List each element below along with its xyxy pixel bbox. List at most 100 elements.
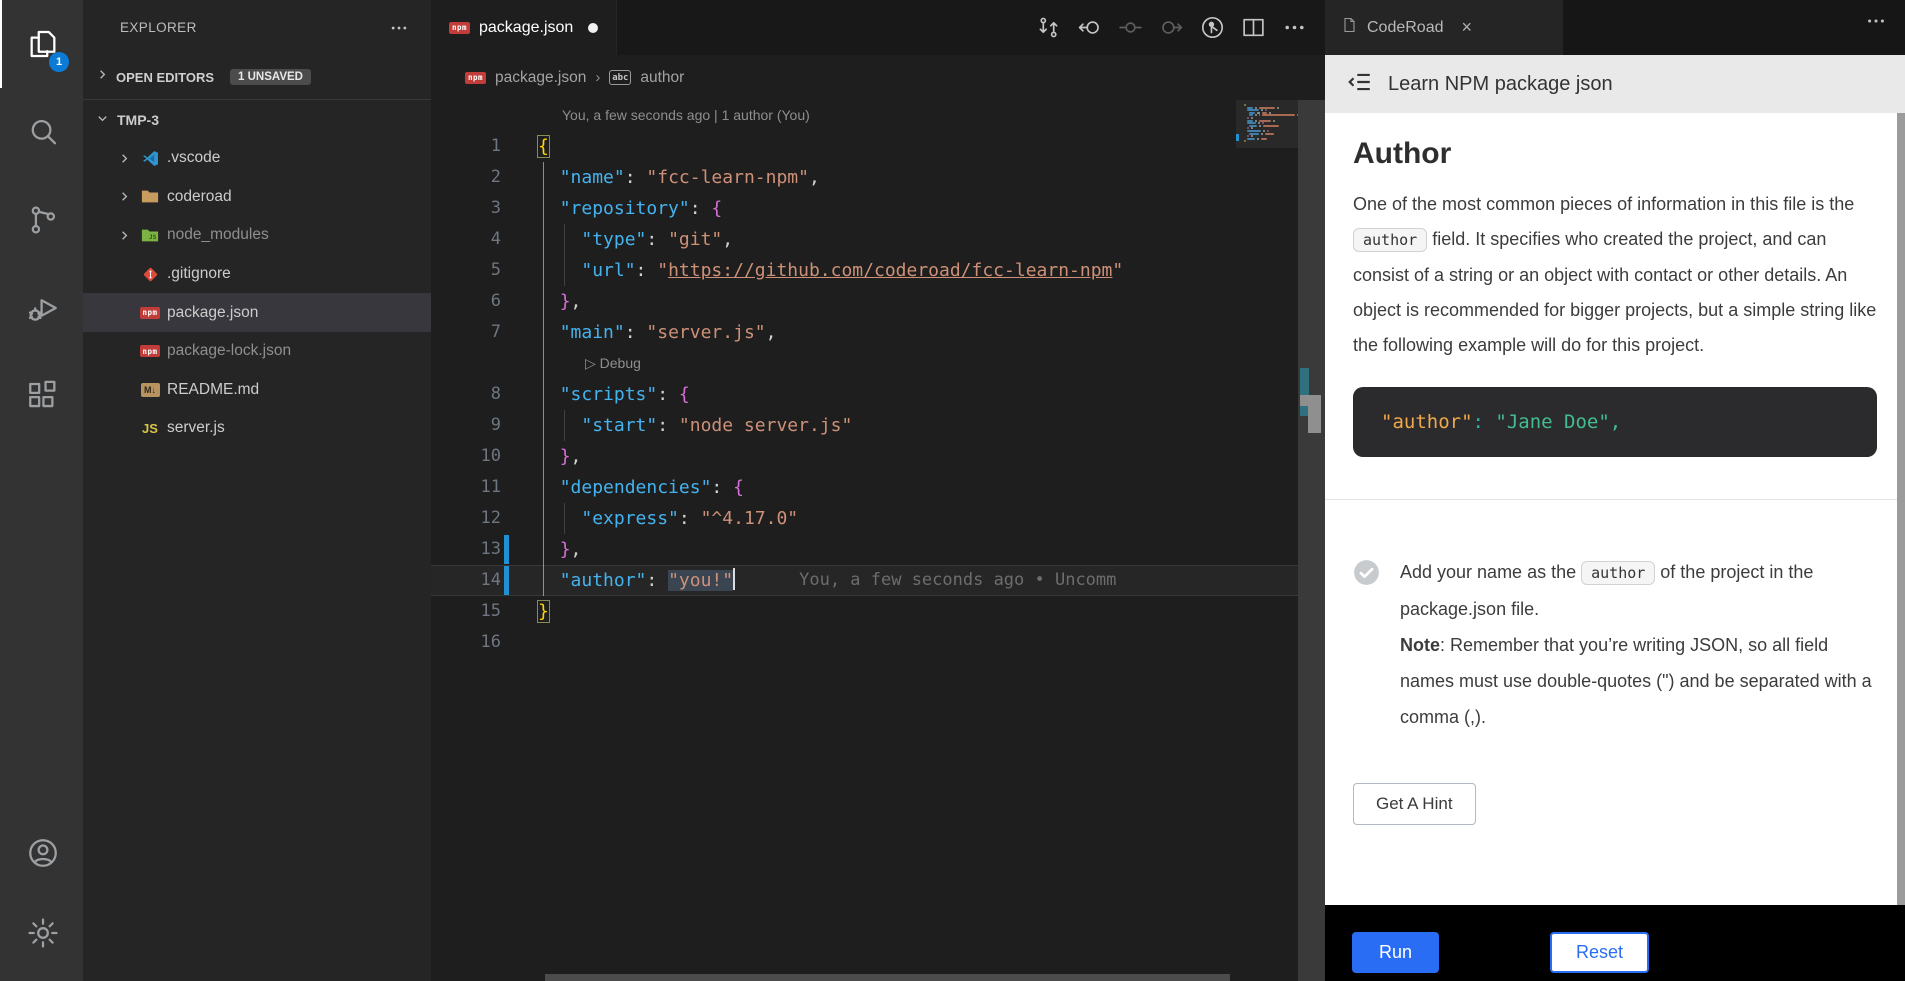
- node-file-icon: JS: [140, 228, 160, 243]
- step-description: One of the most common pieces of informa…: [1353, 187, 1877, 363]
- breadcrumb-symbol[interactable]: author: [640, 69, 684, 87]
- tab-package-json[interactable]: npm package.json: [431, 0, 617, 55]
- npm-file-icon: npm: [140, 345, 160, 357]
- folder-file-icon: [140, 189, 160, 204]
- code-line-11[interactable]: 11 "dependencies": {: [431, 472, 1325, 503]
- gutter: [501, 596, 514, 627]
- code-line-10[interactable]: 10 },: [431, 441, 1325, 472]
- activity-badge: 1: [49, 52, 69, 72]
- tutorial-title: Learn NPM package json: [1388, 73, 1613, 96]
- activity-item-account[interactable]: [0, 813, 83, 893]
- menu-fold-icon[interactable]: [1347, 69, 1373, 100]
- modified-gutter-marker: [501, 534, 514, 565]
- gutter: [501, 193, 514, 224]
- file-label: server.js: [167, 419, 225, 437]
- activity-item-source-control[interactable]: [0, 176, 83, 264]
- more-actions-icon[interactable]: [1277, 11, 1311, 45]
- file-label: .vscode: [167, 149, 220, 167]
- git-file-icon: [140, 266, 160, 283]
- activity-item-extensions[interactable]: [0, 352, 83, 440]
- explorer-more-actions-icon[interactable]: [389, 18, 409, 41]
- tree-item-readme-md[interactable]: M↓README.md: [83, 371, 431, 410]
- reset-button[interactable]: Reset: [1550, 932, 1649, 973]
- tree-item-package-json[interactable]: npmpackage.json: [83, 293, 431, 332]
- gutter: [501, 286, 514, 317]
- panel-more-actions-icon[interactable]: [1865, 10, 1887, 37]
- close-icon[interactable]: ×: [1462, 17, 1473, 38]
- code-editor[interactable]: You, a few seconds ago | 1 author (You)1…: [431, 100, 1325, 981]
- previous-change-icon[interactable]: [1072, 11, 1106, 45]
- file-tree: .vscodecoderoadJSnode_modules.gitignoren…: [83, 139, 431, 448]
- activity-bar-bottom: [0, 813, 83, 973]
- editor-tab-bar: npm package.json: [431, 0, 1325, 55]
- code-line-12[interactable]: 12 "express": "^4.17.0": [431, 503, 1325, 534]
- tree-item-coderoad[interactable]: coderoad: [83, 178, 431, 217]
- activity-item-search[interactable]: [0, 88, 83, 176]
- codelens-debug[interactable]: ▷ Debug: [431, 348, 1325, 379]
- editor-scrollbar-gutter[interactable]: [1298, 100, 1325, 981]
- activity-item-run-debug[interactable]: [0, 264, 83, 352]
- unsaved-badge: 1 UNSAVED: [230, 69, 311, 85]
- run-button[interactable]: Run: [1352, 932, 1439, 973]
- text-cursor: [733, 568, 735, 590]
- minimap[interactable]: [1236, 100, 1298, 981]
- file-label: package.json: [167, 304, 258, 322]
- scrollbar-thumb[interactable]: [1308, 395, 1321, 433]
- minimap-modified-marker: [1236, 134, 1239, 141]
- file-icon: [1341, 17, 1357, 38]
- line-number: 13: [431, 534, 501, 565]
- code-line-14[interactable]: 14 "author": "you!"You, a few seconds ag…: [431, 565, 1325, 596]
- panel-scrollbar[interactable]: [1897, 113, 1905, 905]
- code-line-2[interactable]: 2 "name": "fcc-learn-npm",: [431, 162, 1325, 193]
- tree-item-node-modules[interactable]: JSnode_modules: [83, 216, 431, 255]
- gutter: [501, 472, 514, 503]
- task-check-icon: [1353, 559, 1380, 586]
- code-line-6[interactable]: 6 },: [431, 286, 1325, 317]
- tree-item-server-js[interactable]: JSserver.js: [83, 409, 431, 448]
- unsaved-dot-icon[interactable]: [588, 23, 598, 33]
- source-control-graph-icon[interactable]: [1195, 11, 1229, 45]
- npm-file-icon: npm: [449, 22, 470, 34]
- next-change-icon: [1154, 11, 1188, 45]
- code-line-16[interactable]: 16: [431, 627, 1325, 658]
- line-number: 16: [431, 627, 501, 658]
- breadcrumb-file[interactable]: package.json: [495, 69, 586, 87]
- line-number: 11: [431, 472, 501, 503]
- line-number: 5: [431, 255, 501, 286]
- tab-coderoad[interactable]: CodeRoad ×: [1325, 0, 1563, 55]
- activity-item-settings[interactable]: [0, 893, 83, 973]
- code-line-5[interactable]: 5 "url": "https://github.com/coderoad/fc…: [431, 255, 1325, 286]
- line-number: 6: [431, 286, 501, 317]
- get-hint-button[interactable]: Get A Hint: [1353, 783, 1476, 825]
- codelens-authors[interactable]: You, a few seconds ago | 1 author (You): [431, 100, 1325, 131]
- line-number: 4: [431, 224, 501, 255]
- code-line-9[interactable]: 9 "start": "node server.js": [431, 410, 1325, 441]
- line-number: 12: [431, 503, 501, 534]
- code-line-1[interactable]: 1{: [431, 131, 1325, 162]
- open-changes-icon[interactable]: [1031, 11, 1065, 45]
- open-editors-section[interactable]: OPEN EDITORS 1 UNSAVED: [83, 55, 431, 100]
- gutter: [501, 441, 514, 472]
- horizontal-scrollbar[interactable]: [545, 974, 1230, 981]
- example-code-block: "author": "Jane Doe",: [1353, 387, 1877, 457]
- code-lines: You, a few seconds ago | 1 author (You)1…: [431, 100, 1325, 658]
- coderoad-action-bar: Run Reset: [1325, 905, 1905, 981]
- run-debug-icon: [26, 291, 60, 325]
- workspace-root-folder[interactable]: TMP-3: [83, 100, 431, 139]
- tree-item--vscode[interactable]: .vscode: [83, 139, 431, 178]
- split-editor-icon[interactable]: [1236, 11, 1270, 45]
- code-line-7[interactable]: 7 "main": "server.js",: [431, 317, 1325, 348]
- tree-item-package-lock-json[interactable]: npmpackage-lock.json: [83, 332, 431, 371]
- code-line-3[interactable]: 3 "repository": {: [431, 193, 1325, 224]
- activity-item-explorer[interactable]: 1: [0, 0, 83, 88]
- code-line-15[interactable]: 15}: [431, 596, 1325, 627]
- tree-item--gitignore[interactable]: .gitignore: [83, 255, 431, 294]
- explorer-sidebar: EXPLORER OPEN EDITORS 1 UNSAVED TMP-3 .v…: [83, 0, 431, 981]
- gutter: [501, 255, 514, 286]
- code-line-8[interactable]: 8 "scripts": {: [431, 379, 1325, 410]
- editor-toolbar: [1031, 0, 1311, 55]
- inline-code-chip: author: [1581, 561, 1655, 585]
- code-line-13[interactable]: 13 },: [431, 534, 1325, 565]
- editor-group: npm package.json npm package.json › abc …: [431, 0, 1325, 981]
- code-line-4[interactable]: 4 "type": "git",: [431, 224, 1325, 255]
